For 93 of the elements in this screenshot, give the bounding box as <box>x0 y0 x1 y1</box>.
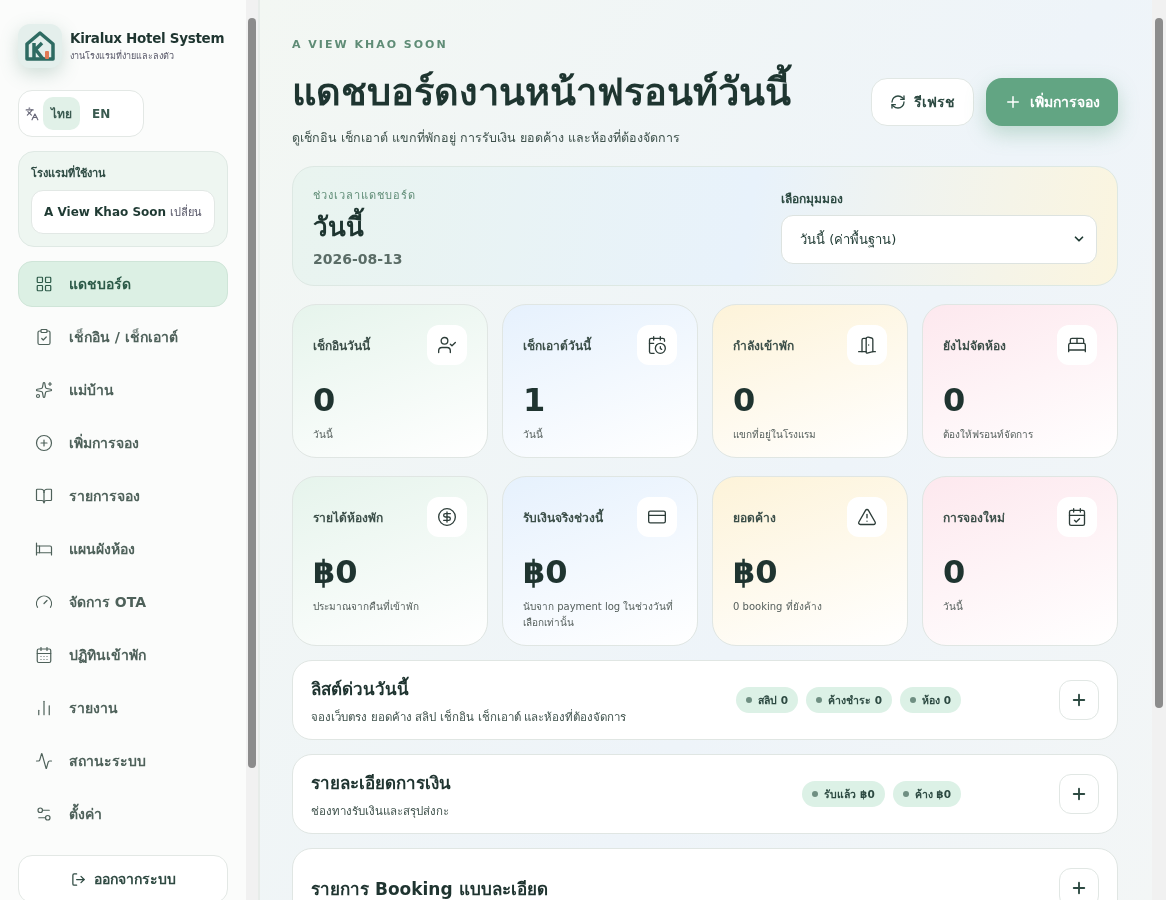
stat-label: เช็กอินวันนี้ <box>313 335 370 355</box>
view-label: เลือกมุมมอง <box>781 190 844 208</box>
page-scrollbar[interactable] <box>1152 0 1166 900</box>
nav-item[interactable]: แดชบอร์ด <box>18 261 228 307</box>
nav-item[interactable]: ปฏิทินเข้าพัก <box>18 632 228 678</box>
page-title: แดชบอร์ดงานหน้าฟรอนท์วันนี้ <box>292 61 791 122</box>
stat-label: ยอดค้าง <box>733 509 776 527</box>
calendar-clock-icon <box>637 325 677 365</box>
translate-icon <box>25 106 39 121</box>
bed-icon <box>1057 325 1097 365</box>
view-select[interactable]: วันนี้ (ค่าพื้นฐาน) <box>781 214 1097 264</box>
warning-icon <box>847 497 887 537</box>
stat-value: 0 <box>313 381 337 419</box>
nav-item[interactable]: จัดการ OTA <box>18 579 228 625</box>
hotel-label: โรงแรมที่ใช้งาน <box>31 164 107 182</box>
stat-note: ต้องให้ฟรอนท์จัดการ <box>943 428 1034 442</box>
expand-button[interactable] <box>1059 774 1099 814</box>
grid-icon <box>35 275 53 293</box>
sliders-icon <box>35 805 53 823</box>
bar-chart-icon <box>35 699 53 717</box>
expand-button[interactable] <box>1059 868 1099 900</box>
stat-value: ฿0 <box>733 553 779 591</box>
logout-button[interactable]: ออกจากระบบ <box>18 855 228 900</box>
stat-value: ฿0 <box>313 553 359 591</box>
expand-button[interactable] <box>1059 680 1099 720</box>
panel-subtitle: จองเว็บตรง ยอดค้าง สลิป เช็กอิน เช็กเอาต์ และห้องที่ต้องจัดการ <box>311 708 627 726</box>
gauge-icon <box>35 593 53 611</box>
stat-note: วันนี้ <box>313 427 334 442</box>
stat-label: รับเงินจริงช่วงนี้ <box>523 507 603 527</box>
logout-icon <box>70 871 86 887</box>
plus-icon <box>1070 785 1088 803</box>
language-option[interactable]: ไทย <box>43 97 80 130</box>
sparkles-icon <box>35 381 53 399</box>
panel-title: รายละเอียดการเงิน <box>311 771 451 795</box>
app-name: Kiralux Hotel System <box>70 29 225 46</box>
clipboard-icon <box>35 328 53 346</box>
stat-label: เช็กเอาต์วันนี้ <box>523 335 591 355</box>
nav-item[interactable]: เช็กอิน / เช็กเอาต์ <box>18 314 228 360</box>
panel-title: รายการ Booking แบบละเอียด <box>311 877 548 900</box>
stat-label: ยังไม่จัดห้อง <box>943 337 1006 355</box>
summary-pill: ค้าง ฿0 <box>892 781 961 807</box>
plus-icon <box>1004 93 1022 111</box>
nav-item[interactable]: แผนผังห้อง <box>18 526 228 572</box>
stat-note: นับจาก payment log ในช่วงวันที่เลือกเท่านั้น <box>523 599 675 630</box>
nav-item[interactable]: เพิ่มการจอง <box>18 420 228 466</box>
stat-note: แขกที่อยู่ในโรงแรม <box>733 427 817 443</box>
dollar-icon <box>427 497 467 537</box>
stat-note: 0 booking ที่ยังค้าง <box>733 599 823 614</box>
summary-pill: สลิป 0 <box>736 687 799 713</box>
page-subtitle: ดูเช็กอิน เช็กเอาต์ แขกที่พักอยู่ การรับเงิน ยอดค้าง และห้องที่ต้องจัดการ <box>292 128 681 148</box>
stat-note: วันนี้ <box>943 599 964 614</box>
period-value: วันนี้ <box>313 205 416 247</box>
calendar-icon <box>35 646 53 664</box>
stat-note: วันนี้ <box>523 427 544 442</box>
hotel-eyebrow: A VIEW KHAO SOON <box>292 38 449 51</box>
language-option[interactable]: EN <box>84 99 119 128</box>
refresh-button[interactable]: รีเฟรช <box>871 78 974 126</box>
nav-item[interactable]: รายงาน <box>18 685 228 731</box>
card-icon <box>637 497 677 537</box>
refresh-icon <box>890 94 906 110</box>
door-icon <box>847 325 887 365</box>
stat-label: การจองใหม่ <box>943 509 1005 527</box>
summary-pill: รับแล้ว ฿0 <box>802 781 885 807</box>
stat-value: 0 <box>733 381 757 419</box>
pulse-icon <box>35 752 53 770</box>
summary-pill: ห้อง 0 <box>900 687 961 713</box>
calendar-check-icon <box>1057 497 1097 537</box>
period-date: 2026-08-13 <box>313 250 404 267</box>
nav-item[interactable]: รายการจอง <box>18 473 228 519</box>
nav-item[interactable]: ตั้งค่า <box>18 791 228 837</box>
stat-value: ฿0 <box>523 553 569 591</box>
panel-subtitle: ช่องทางรับเงินและสรุปส่งกะ <box>311 802 450 820</box>
plus-icon <box>1070 879 1088 897</box>
period-label: ช่วงเวลาแดชบอร์ด <box>313 187 416 204</box>
panel-title: ลิสต์ด่วนวันนี้ <box>311 675 410 701</box>
stat-value: 0 <box>943 381 967 419</box>
summary-pill: ค้างชำระ 0 <box>806 687 893 713</box>
stat-value: 0 <box>943 553 967 591</box>
stat-label: กำลังเข้าพัก <box>733 337 794 355</box>
stat-value: 1 <box>523 381 547 419</box>
user-check-icon <box>427 325 467 365</box>
stat-note: ประมาณจากคืนที่เข้าพัก <box>313 599 420 614</box>
app-tagline: งานโรงแรมที่ง่ายและลงตัว <box>70 49 175 63</box>
bed-icon <box>35 540 53 558</box>
plus-icon <box>1070 691 1088 709</box>
stat-label: รายได้ห้องพัก <box>313 509 383 527</box>
hotel-switcher[interactable]: A View Khao Soon เปลี่ยน <box>31 190 215 234</box>
book-icon <box>35 487 53 505</box>
nav-item[interactable]: แม่บ้าน <box>18 367 228 413</box>
house-logo-icon <box>18 24 62 68</box>
sidebar-scrollbar[interactable] <box>246 0 260 900</box>
nav-item[interactable]: สถานะระบบ <box>18 738 228 784</box>
plus-circle-icon <box>35 434 53 452</box>
